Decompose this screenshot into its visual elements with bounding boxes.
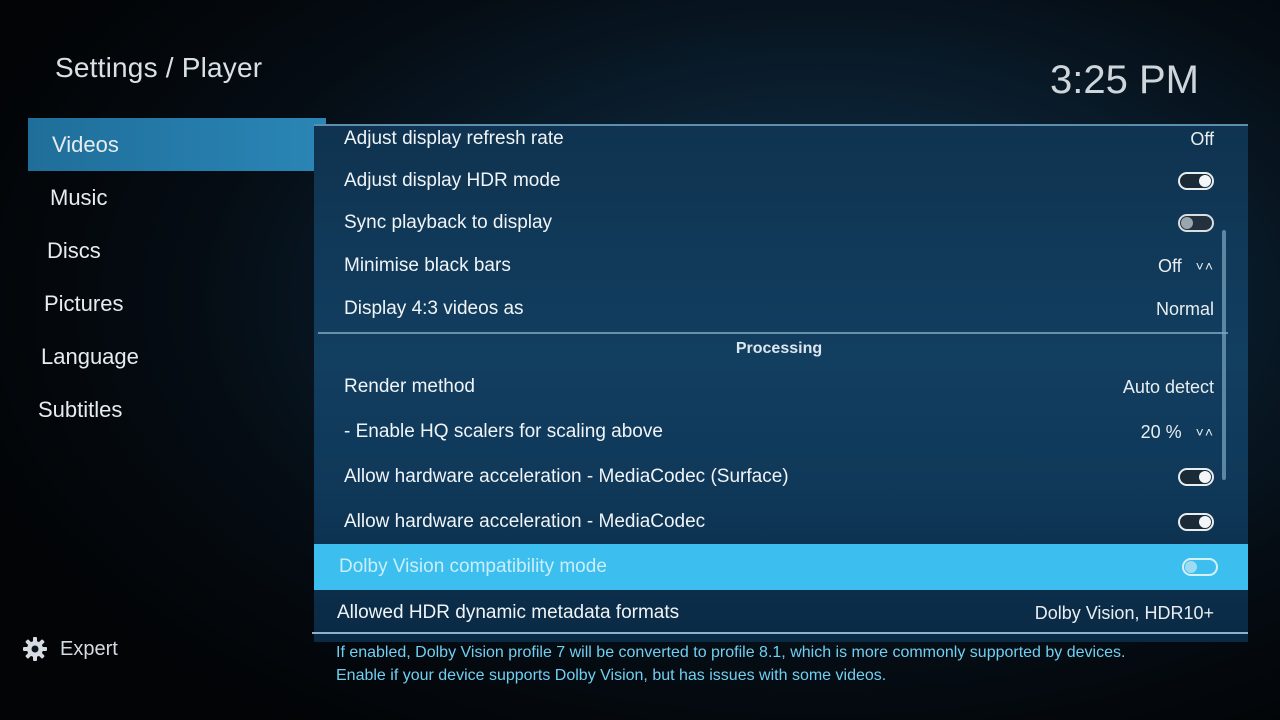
setting-label: Render method <box>344 376 475 397</box>
sidebar-item-language[interactable]: Language <box>28 330 326 383</box>
sidebar-item-pictures[interactable]: Pictures <box>28 277 326 330</box>
expert-label: Expert <box>60 637 118 660</box>
setting-value: Dolby Vision, HDR10+ <box>1034 602 1214 623</box>
help-divider <box>312 632 1248 634</box>
gear-icon <box>22 636 48 662</box>
setting-value: Normal <box>1155 298 1214 319</box>
setting-label: Adjust display HDR mode <box>344 170 561 191</box>
setting-value: Auto detect <box>1122 376 1214 397</box>
setting-label: Minimise black bars <box>344 255 511 276</box>
sidebar-item-videos[interactable]: Videos <box>28 118 326 171</box>
setting-label: Dolby Vision compatibility mode <box>339 556 607 577</box>
setting-dolby-vision-compat[interactable]: Dolby Vision compatibility mode <box>314 544 1248 590</box>
setting-label: Display 4:3 videos as <box>344 298 524 319</box>
toggle-switch[interactable] <box>1178 513 1214 531</box>
setting-label: - Enable HQ scalers for scaling above <box>344 421 663 442</box>
setting-hw-accel[interactable]: Allow hardware acceleration - MediaCodec <box>314 501 1214 543</box>
setting-label: Allow hardware acceleration - MediaCodec <box>344 511 706 532</box>
toggle-switch[interactable] <box>1178 172 1214 190</box>
clock: 3:25 PM <box>1050 58 1199 102</box>
setting-minimise-black-bars[interactable]: Minimise black bars Off ˅˄ <box>314 245 1214 287</box>
help-line-2: Enable if your device supports Dolby Vis… <box>336 667 887 684</box>
expert-level-button[interactable]: Expert <box>22 636 118 662</box>
sidebar-item-subtitles[interactable]: Subtitles <box>28 383 326 436</box>
setting-adjust-refresh-rate[interactable]: Adjust display refresh rate Off <box>314 118 1214 160</box>
setting-display-4-3[interactable]: Display 4:3 videos as Normal <box>314 288 1214 330</box>
setting-label: Sync playback to display <box>344 212 553 233</box>
sidebar-item-music[interactable]: Music <box>28 171 326 224</box>
toggle-switch[interactable] <box>1178 468 1214 486</box>
sidebar-item-discs[interactable]: Discs <box>28 224 326 277</box>
setting-hq-scalers[interactable]: - Enable HQ scalers for scaling above 20… <box>314 411 1214 453</box>
help-line-1: If enabled, Dolby Vision profile 7 will … <box>336 644 1126 661</box>
setting-label: Adjust display refresh rate <box>344 128 564 149</box>
spinner-arrows-icon[interactable]: ˅˄ <box>1196 258 1214 274</box>
sidebar: Videos Music Discs Pictures Language Sub… <box>28 118 326 436</box>
setting-render-method[interactable]: Render method Auto detect <box>314 366 1214 408</box>
settings-list: Adjust display refresh rate Off Adjust d… <box>314 124 1248 642</box>
setting-adjust-hdr-mode[interactable]: Adjust display HDR mode <box>314 160 1214 202</box>
setting-label: Allowed HDR dynamic metadata formats <box>337 602 680 623</box>
setting-label: Allow hardware acceleration - MediaCodec… <box>344 466 789 487</box>
page-title: Settings / Player <box>55 52 263 83</box>
setting-value: 20 % <box>1140 421 1182 442</box>
toggle-switch[interactable] <box>1178 214 1214 232</box>
section-title-processing: Processing <box>735 340 823 357</box>
toggle-switch[interactable] <box>1182 558 1218 576</box>
scrollbar[interactable] <box>1222 230 1226 480</box>
setting-value: Off <box>1190 128 1214 149</box>
setting-hdr-metadata-formats[interactable]: Allowed HDR dynamic metadata formats Dol… <box>314 592 1214 634</box>
setting-sync-playback[interactable]: Sync playback to display <box>314 202 1214 244</box>
kodi-screen: Settings / Player 3:25 PM Videos Music D… <box>0 0 1280 720</box>
help-text: If enabled, Dolby Vision profile 7 will … <box>336 641 1226 687</box>
setting-hw-accel-surface[interactable]: Allow hardware acceleration - MediaCodec… <box>314 456 1214 498</box>
section-divider <box>318 332 1228 334</box>
spinner-arrows-icon[interactable]: ˅˄ <box>1196 424 1214 440</box>
setting-value: Off <box>1157 255 1182 276</box>
